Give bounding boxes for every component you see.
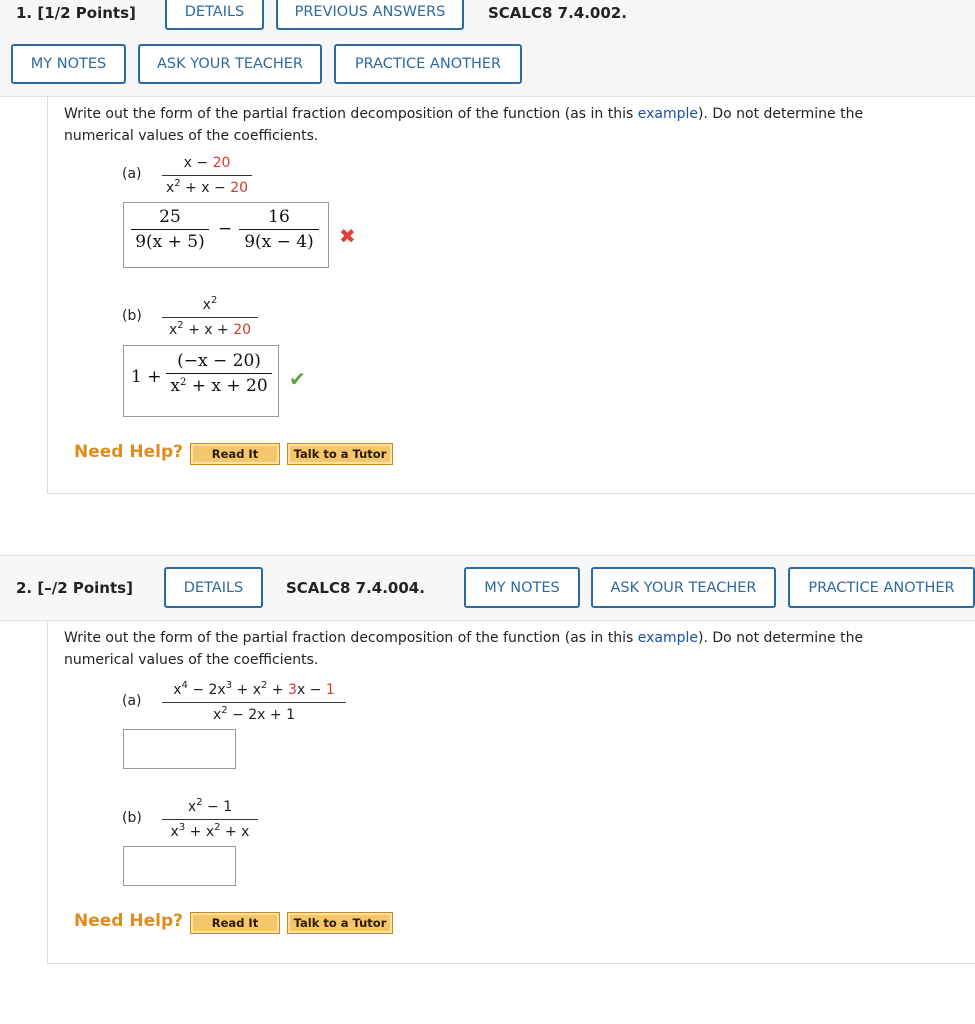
q1-part-b-fraction: x2 x2 + x + 20 (162, 296, 258, 339)
q2-need-help-label: Need Help? (74, 911, 183, 931)
q2-part-b-fraction: x2 − 1 x3 + x2 + x (162, 798, 258, 841)
q1-practice-another-button[interactable]: PRACTICE ANOTHER (334, 44, 522, 84)
q2-read-it-button[interactable]: Read It (190, 912, 280, 934)
q2-prompt-text-1: Write out the form of the partial fracti… (64, 630, 638, 646)
q1-part-a-incorrect-icon: ✖ (339, 224, 356, 248)
q2-practice-another-button[interactable]: PRACTICE ANOTHER (788, 567, 975, 608)
q2-problem-code: SCALC8 7.4.004. (286, 579, 425, 597)
q2-my-notes-button[interactable]: MY NOTES (464, 567, 580, 608)
q2-part-a-label: (a) (122, 693, 142, 709)
q2-part-b-answer-box[interactable] (123, 846, 236, 886)
q1-part-b-label: (b) (122, 308, 142, 324)
q1-part-a-answer-frac-2: 16 9(x − 4) (239, 207, 319, 252)
q2-details-button[interactable]: DETAILS (164, 567, 263, 608)
q2-prompt: Write out the form of the partial fracti… (64, 627, 934, 671)
q1-part-b-answer-frac: (−x − 20) x2 + x + 20 (166, 351, 272, 396)
q1-example-link[interactable]: example (638, 106, 698, 122)
q2-talk-to-tutor-button[interactable]: Talk to a Tutor (287, 912, 393, 934)
q1-read-it-button[interactable]: Read It (190, 443, 280, 465)
q1-part-a-answer-frac-1: 25 9(x + 5) (131, 207, 209, 252)
q1-part-b-correct-icon: ✔ (289, 367, 306, 391)
q2-part-a-answer-box[interactable] (123, 729, 236, 769)
q1-part-a-label: (a) (122, 166, 142, 182)
q1-my-notes-button[interactable]: MY NOTES (11, 44, 126, 84)
q1-prompt-text-1: Write out the form of the partial fracti… (64, 106, 638, 122)
q1-part-b-answer-prefix: 1 + (131, 367, 162, 387)
q1-need-help-label: Need Help? (74, 442, 183, 462)
q2-part-a-fraction: x4 − 2x3 + x2 + 3x − 1 x2 − 2x + 1 (162, 681, 346, 724)
q2-ask-teacher-button[interactable]: ASK YOUR TEACHER (591, 567, 776, 608)
q1-details-button[interactable]: DETAILS (165, 0, 264, 30)
q2-points-label: 2. [–/2 Points] (16, 579, 133, 597)
q2-body (47, 621, 975, 964)
q2-part-b-label: (b) (122, 810, 142, 826)
q1-previous-answers-button[interactable]: PREVIOUS ANSWERS (276, 0, 464, 30)
q1-part-a-fraction: x − 20 x2 + x − 20 (162, 154, 253, 197)
q1-prompt: Write out the form of the partial fracti… (64, 103, 934, 147)
q1-part-a-answer-operator: − (218, 219, 233, 239)
q1-points-label: 1. [1/2 Points] (16, 4, 136, 22)
q1-talk-to-tutor-button[interactable]: Talk to a Tutor (287, 443, 393, 465)
q1-ask-teacher-button[interactable]: ASK YOUR TEACHER (138, 44, 322, 84)
q1-problem-code: SCALC8 7.4.002. (488, 4, 627, 22)
q2-example-link[interactable]: example (638, 630, 698, 646)
